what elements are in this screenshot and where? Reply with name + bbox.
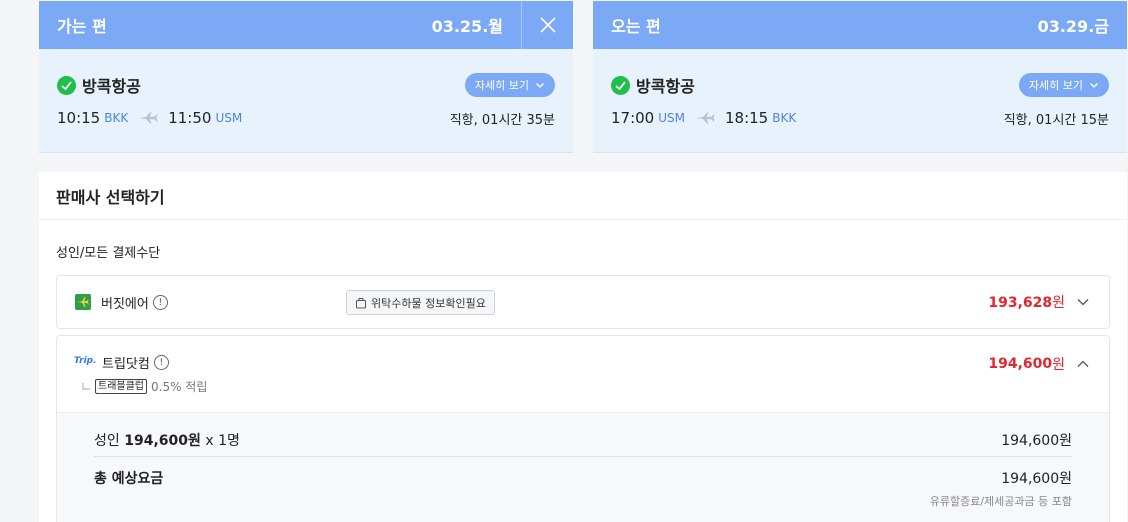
- chevron-down-icon: [1090, 83, 1098, 88]
- total-value: 194,600원: [1001, 471, 1072, 487]
- reward-text: 0.5% 적립: [151, 380, 208, 394]
- total-fare-row: 총 예상요금 194,600원: [94, 468, 1072, 488]
- adult-label: 성인: [94, 433, 120, 449]
- seller-row-budgetair[interactable]: 버짓에어 ! 위탁수하물 정보확인필요 193,628 원: [56, 275, 1110, 329]
- adult-fare-row: 성인 194,600원 x 1명 194,600원: [94, 430, 1072, 450]
- outbound-header: 가는 편 03.25.월: [39, 1, 573, 49]
- seller-name: 트립닷컴: [102, 357, 150, 372]
- airplane-icon: [138, 112, 158, 124]
- collapse-button[interactable]: [1075, 356, 1091, 372]
- return-detail-button[interactable]: 자세히 보기: [1018, 73, 1109, 97]
- total-label: 총 예상요금: [94, 471, 164, 487]
- chevron-down-icon: [536, 83, 544, 88]
- return-duration: 직항, 01시간 15분: [1003, 112, 1109, 128]
- travel-club-badge: 트래블클럽: [95, 379, 147, 394]
- return-dep-time: 17:00: [611, 109, 655, 127]
- seller-price-unit: 원: [1052, 357, 1065, 373]
- tripcom-logo: Trip.: [74, 356, 97, 366]
- divider: [94, 456, 1072, 457]
- airline-logo-icon: [57, 75, 76, 95]
- seller-panel-title: 판매사 선택하기: [39, 172, 1127, 220]
- return-title: 오는 편: [611, 17, 661, 36]
- seller-panel: 판매사 선택하기 성인/모든 결제수단 버짓에어 ! 위탁수하물 정보확인필요 …: [39, 172, 1127, 522]
- outbound-duration: 직항, 01시간 35분: [449, 112, 555, 128]
- outbound-date: 03.25.월: [431, 17, 503, 36]
- adult-total: 194,600원: [1001, 433, 1072, 449]
- close-icon: [539, 17, 556, 33]
- return-card: 오는 편 03.29.금 방콕항공 자세히 보기 17:00 USM 18:15…: [593, 1, 1127, 153]
- info-icon[interactable]: !: [153, 355, 169, 370]
- outbound-title: 가는 편: [57, 17, 107, 36]
- chevron-down-icon: [1077, 299, 1089, 306]
- outbound-arr-code: USM: [215, 111, 243, 125]
- outbound-dep-code: BKK: [104, 111, 129, 125]
- return-arr-code: BKK: [772, 111, 797, 125]
- return-arr-time: 18:15: [725, 109, 769, 127]
- expand-button[interactable]: [1075, 294, 1091, 310]
- adult-fare-label: 성인 194,600원 x 1명: [94, 430, 240, 450]
- seller-name: 버짓에어: [101, 296, 149, 312]
- price-breakdown: 성인 194,600원 x 1명 194,600원 총 예상요금 194,600…: [57, 412, 1109, 522]
- outbound-arr-time: 11:50: [168, 109, 212, 127]
- luggage-icon: [356, 297, 366, 308]
- outbound-dep-time: 10:15: [57, 109, 101, 127]
- fee-note: 유류할증료/제세공과금 등 포함: [929, 495, 1072, 508]
- return-dep-code: USM: [658, 111, 685, 125]
- return-header: 오는 편 03.29.금: [593, 1, 1127, 49]
- info-icon[interactable]: !: [152, 294, 168, 310]
- return-airline: 방콕항공: [636, 77, 695, 96]
- airline-logo-icon: [611, 75, 630, 95]
- budgetair-logo-icon: [75, 294, 91, 310]
- outbound-body: 방콕항공 자세히 보기 10:15 BKK 11:50 USM 직항, 01시간…: [39, 49, 573, 153]
- return-date: 03.29.금: [1037, 17, 1109, 36]
- seller-price: 193,628 원: [988, 292, 1065, 312]
- return-body: 방콕항공 자세히 보기 17:00 USM 18:15 BKK 직항, 01시간…: [593, 49, 1127, 153]
- airplane-icon: [695, 112, 715, 124]
- seller-price-value: 193,628: [988, 295, 1053, 311]
- detail-button-label: 자세히 보기: [1028, 79, 1083, 92]
- chevron-up-icon: [1077, 360, 1089, 367]
- adult-multiplier: x 1명: [205, 433, 240, 449]
- baggage-notice-badge: 위탁수하물 정보확인필요: [346, 290, 495, 315]
- seller-row-tripcom[interactable]: Trip. 트립닷컴 ! 트래블클럽 0.5% 적립 194,600 원 성인 …: [56, 335, 1110, 522]
- section-label: 성인/모든 결제수단: [56, 246, 161, 261]
- outbound-detail-button[interactable]: 자세히 보기: [464, 73, 555, 97]
- outbound-card: 가는 편 03.25.월 방콕항공 자세히 보기 10:15 BKK 11:50…: [39, 1, 573, 153]
- corner-arrow-icon: [82, 382, 90, 389]
- adult-price: 194,600원: [124, 433, 201, 449]
- seller-price-unit: 원: [1052, 295, 1065, 311]
- detail-button-label: 자세히 보기: [474, 79, 529, 92]
- baggage-notice-text: 위탁수하물 정보확인필요: [371, 296, 486, 310]
- outbound-airline: 방콕항공: [82, 77, 141, 96]
- seller-price-value: 194,600: [988, 356, 1053, 372]
- close-button[interactable]: [521, 1, 573, 49]
